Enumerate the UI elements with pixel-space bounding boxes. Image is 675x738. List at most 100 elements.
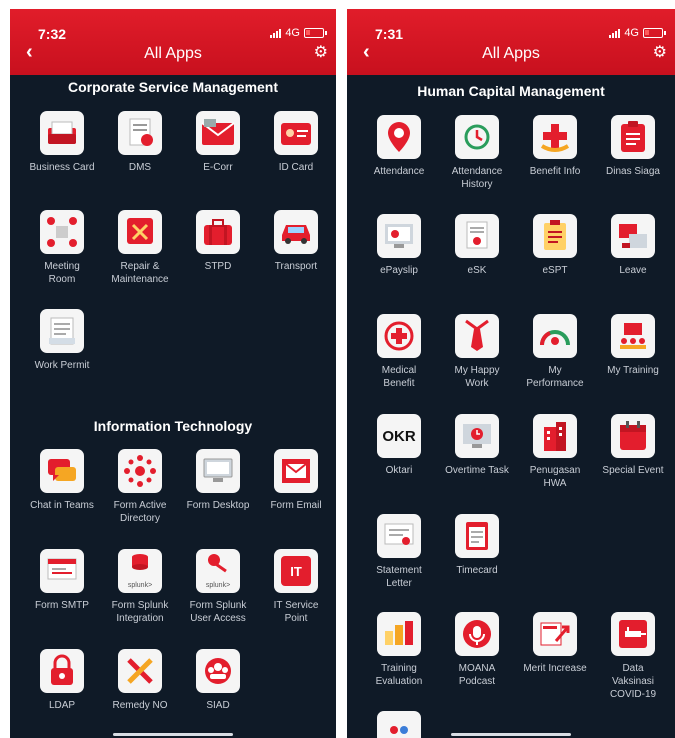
app-medical-benefit[interactable]: Medical Benefit — [360, 314, 438, 390]
timecard-icon — [455, 514, 499, 558]
app-attendance[interactable]: Attendance — [360, 115, 438, 178]
app-penugasan-hwa[interactable]: Penugasan HWA — [516, 414, 594, 490]
app-merit-increase[interactable]: Merit Increase — [516, 612, 594, 675]
app-meeting-room[interactable]: Meeting Room — [23, 210, 101, 286]
payslip-icon — [377, 214, 421, 258]
app-label: STPD — [204, 261, 232, 272]
letter-icon — [377, 514, 421, 558]
network-label: 4G — [285, 27, 300, 39]
app-oktari[interactable]: OKR Oktari — [360, 414, 438, 477]
it-service-icon: IT — [274, 549, 318, 593]
briefcase-icon — [196, 210, 240, 254]
app-e-corr[interactable]: E-Corr — [179, 111, 257, 174]
app-label: Repair & Maintenance — [111, 261, 169, 285]
app-label: Form Splunk Integration — [111, 600, 169, 624]
app-special-event[interactable]: Special Event — [594, 414, 672, 477]
app-my-training[interactable]: My Training — [594, 314, 672, 377]
status-bar: 4G — [609, 27, 666, 39]
signal-icon — [609, 28, 621, 38]
app-label: Attendance — [373, 166, 425, 177]
app-label: eSPT — [542, 265, 568, 276]
performance-icon — [533, 314, 577, 358]
status-time: 7:31 — [375, 26, 404, 42]
lock-icon — [40, 649, 84, 693]
app-stpd[interactable]: STPD — [179, 210, 257, 273]
app-label: My Happy Work — [454, 365, 500, 389]
repair-icon — [118, 210, 162, 254]
app-header: 7:32 4G ‹ All Apps ⚙ — [10, 9, 336, 75]
app-partial[interactable] — [360, 711, 438, 738]
app-label: Timecard — [456, 565, 498, 576]
merit-icon — [533, 612, 577, 656]
app-label: Chat in Teams — [30, 500, 94, 511]
app-repair-maintenance[interactable]: Repair & Maintenance — [101, 210, 179, 286]
permit-icon — [40, 309, 84, 353]
history-icon — [455, 115, 499, 159]
app-work-permit[interactable]: Work Permit — [23, 309, 101, 372]
tie-icon — [455, 314, 499, 358]
it-logo-text: IT — [281, 556, 311, 586]
app-it-service-point[interactable]: IT IT Service Point — [257, 549, 335, 625]
app-id-card[interactable]: ID Card — [257, 111, 335, 174]
app-label: Meeting Room — [44, 261, 80, 285]
app-form-desktop[interactable]: Form Desktop — [179, 449, 257, 512]
app-esk[interactable]: eSK — [438, 214, 516, 277]
app-epayslip[interactable]: ePayslip — [360, 214, 438, 277]
app-my-performance[interactable]: My Performance — [516, 314, 594, 390]
app-form-smtp[interactable]: Form SMTP — [23, 549, 101, 612]
home-indicator[interactable] — [451, 733, 571, 736]
medical-icon — [377, 314, 421, 358]
app-my-happy-work[interactable]: My Happy Work — [438, 314, 516, 390]
section-title: Information Technology — [93, 418, 253, 434]
gear-icon[interactable]: ⚙ — [314, 45, 328, 61]
training-icon — [611, 314, 655, 358]
smtp-icon — [40, 549, 84, 593]
app-chat-in-teams[interactable]: Chat in Teams — [23, 449, 101, 512]
app-moana-podcast[interactable]: MOANA Podcast — [438, 612, 516, 688]
app-label: Penugasan HWA — [529, 465, 581, 489]
meeting-room-icon — [40, 210, 84, 254]
app-overtime-task[interactable]: Overtime Task — [438, 414, 516, 477]
splunk-database-icon: splunk> — [118, 549, 162, 593]
app-ldap[interactable]: LDAP — [23, 649, 101, 712]
app-benefit-info[interactable]: Benefit Info — [516, 115, 594, 178]
app-dms[interactable]: DMS — [101, 111, 179, 174]
app-label: Merit Increase — [523, 663, 587, 674]
app-business-card[interactable]: Business Card — [23, 111, 101, 174]
status-time: 7:32 — [38, 26, 67, 42]
okr-icon: OKR — [377, 414, 421, 458]
car-icon — [274, 210, 318, 254]
status-bar: 4G — [270, 27, 327, 39]
app-statement-letter[interactable]: Statement Letter — [360, 514, 438, 590]
team-icon — [196, 649, 240, 693]
app-form-splunk-integration[interactable]: splunk> Form Splunk Integration — [101, 549, 179, 625]
overtime-icon — [455, 414, 499, 458]
app-label: Form SMTP — [35, 600, 89, 611]
page-title: All Apps — [144, 45, 202, 62]
app-form-email[interactable]: Form Email — [257, 449, 335, 512]
app-label: Form Desktop — [186, 500, 250, 511]
app-transport[interactable]: Transport — [257, 210, 335, 273]
battery-icon — [304, 28, 327, 38]
gear-icon[interactable]: ⚙ — [653, 45, 667, 61]
home-indicator[interactable] — [113, 733, 233, 736]
app-label: Medical Benefit — [381, 365, 417, 389]
app-form-active-directory[interactable]: Form Active Directory — [101, 449, 179, 525]
app-label: Transport — [274, 261, 318, 272]
app-siad[interactable]: SIAD — [179, 649, 257, 712]
app-form-splunk-user-access[interactable]: splunk> Form Splunk User Access — [179, 549, 257, 625]
splunk-key-icon: splunk> — [196, 549, 240, 593]
app-dinas-siaga[interactable]: Dinas Siaga — [594, 115, 672, 178]
app-espt[interactable]: eSPT — [516, 214, 594, 277]
app-data-vaksinasi[interactable]: Data Vaksinasi COVID-19 — [594, 612, 672, 701]
app-label: Form Splunk User Access — [189, 600, 247, 624]
app-remedy-no[interactable]: Remedy NO — [101, 649, 179, 712]
calendar-icon — [611, 414, 655, 458]
app-training-evaluation[interactable]: Training Evaluation — [360, 612, 438, 688]
app-label: eSK — [467, 265, 487, 276]
app-leave[interactable]: Leave — [594, 214, 672, 277]
splunk-logo-text: splunk> — [127, 582, 153, 589]
app-timecard[interactable]: Timecard — [438, 514, 516, 577]
app-attendance-history[interactable]: Attendance History — [438, 115, 516, 191]
app-label: Form Active Directory — [113, 500, 167, 524]
